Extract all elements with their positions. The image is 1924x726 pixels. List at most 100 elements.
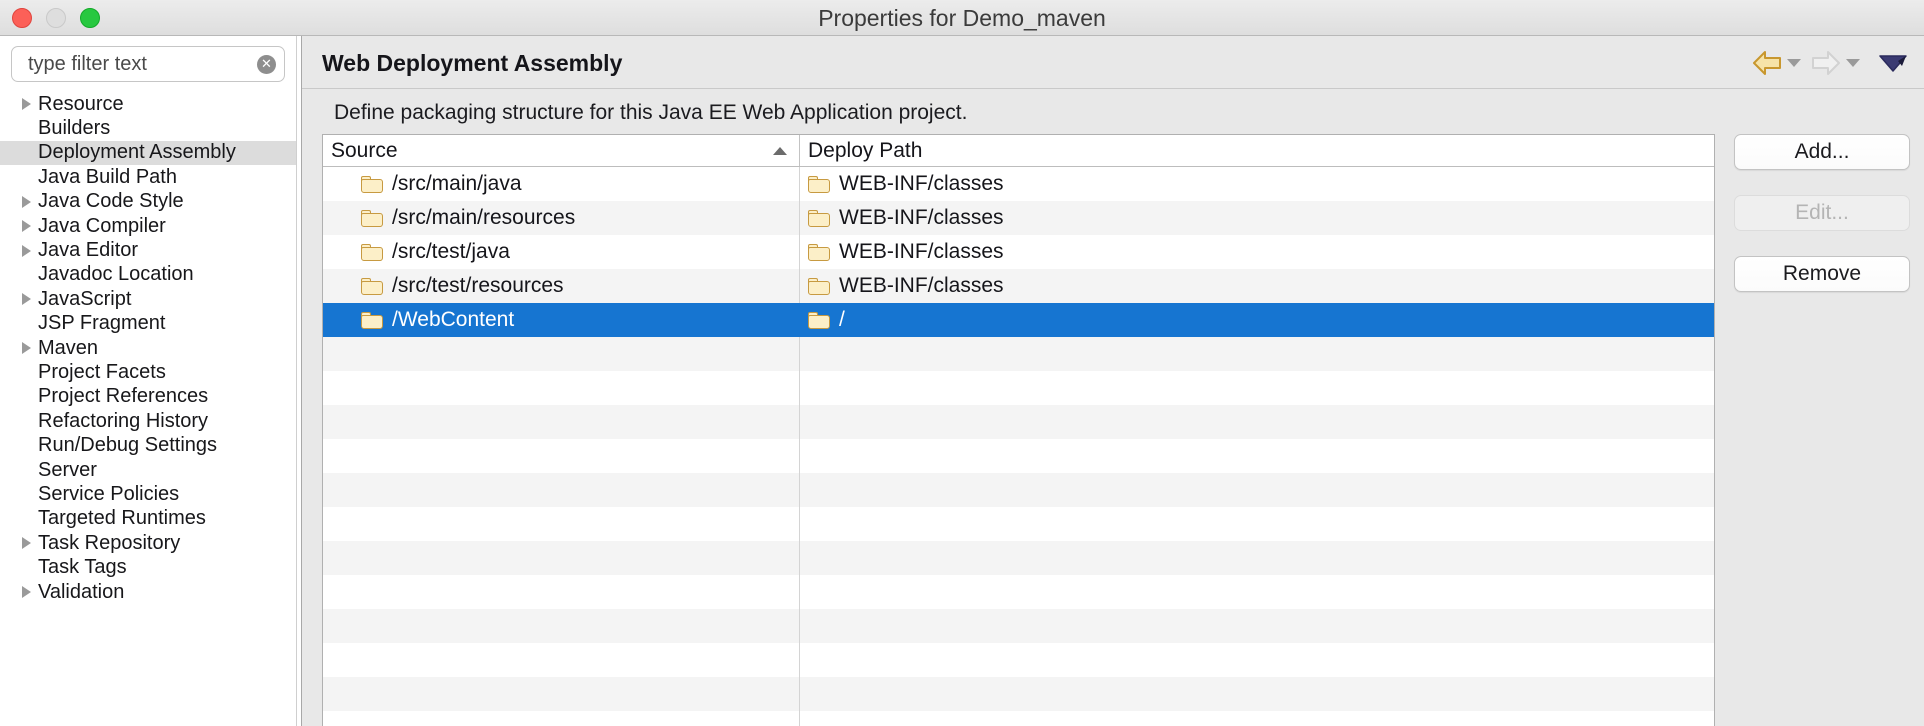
sidebar-item-project-facets[interactable]: Project Facets — [0, 360, 296, 384]
sidebar-item-refactoring-history[interactable]: Refactoring History — [0, 409, 296, 433]
sidebar-item-java-build-path[interactable]: Java Build Path — [0, 165, 296, 189]
sidebar-item-maven[interactable]: Maven — [0, 336, 296, 360]
table-row-empty[interactable] — [323, 405, 1714, 439]
table-action-buttons: Add...Edit...Remove — [1734, 134, 1910, 317]
table-row[interactable]: /src/main/resources WEB-INF/classes — [323, 201, 1714, 235]
cell-source — [323, 541, 800, 575]
expand-triangle-icon[interactable] — [22, 220, 31, 232]
page-header: Web Deployment Assembly — [302, 36, 1924, 89]
folder-icon — [808, 278, 830, 295]
sidebar-item-label: Project Facets — [38, 361, 166, 384]
sidebar-item-task-tags[interactable]: Task Tags — [0, 555, 296, 579]
table-row-empty[interactable] — [323, 541, 1714, 575]
window-title: Properties for Demo_maven — [0, 0, 1924, 36]
clear-search-icon[interactable]: ✕ — [257, 55, 276, 74]
table-row[interactable]: /src/main/javaWEB-INF/classes — [323, 167, 1714, 201]
cell-source — [323, 609, 800, 643]
table-row[interactable]: /src/test/resourcesWEB-INF/classes — [323, 269, 1714, 303]
expand-triangle-icon[interactable] — [22, 342, 31, 354]
clear-search-glyph: ✕ — [261, 58, 272, 71]
cell-deploy-path — [800, 677, 1714, 711]
table-row-empty[interactable] — [323, 439, 1714, 473]
main-panel: Web Deployment Assembly — [302, 36, 1924, 726]
sidebar-item-service-policies[interactable]: Service Policies — [0, 482, 296, 506]
sidebar-item-validation[interactable]: Validation — [0, 580, 296, 604]
cell-source-label: /src/test/java — [392, 240, 510, 264]
cell-deploy-path-label: WEB-INF/classes — [839, 206, 1004, 230]
forward-button[interactable] — [1811, 50, 1841, 76]
table-row-empty[interactable] — [323, 643, 1714, 677]
remove-button[interactable]: Remove — [1734, 256, 1910, 292]
sidebar-item-java-editor[interactable]: Java Editor — [0, 238, 296, 262]
sidebar-item-javadoc-location[interactable]: Javadoc Location — [0, 263, 296, 287]
cell-deploy-path-label: WEB-INF/classes — [839, 274, 1004, 298]
back-arrow-icon — [1752, 50, 1782, 76]
sidebar-item-deployment-assembly[interactable]: Deployment Assembly — [0, 141, 296, 165]
cell-deploy-path-label: WEB-INF/classes — [839, 240, 1004, 264]
sidebar-item-label: Task Repository — [38, 532, 180, 555]
sidebar-item-builders[interactable]: Builders — [0, 116, 296, 140]
expand-triangle-icon[interactable] — [22, 245, 31, 257]
table-row-empty[interactable] — [323, 575, 1714, 609]
sidebar-item-label: Java Editor — [38, 239, 138, 262]
table-row[interactable]: /src/test/java WEB-INF/classes — [323, 235, 1714, 269]
deployment-assembly-table: Source Deploy Path /src/main/javaWEB-INF… — [322, 134, 1715, 726]
navigation-controls — [1752, 46, 1908, 80]
sidebar-item-resource[interactable]: Resource — [0, 92, 296, 116]
sort-ascending-icon — [773, 147, 787, 155]
search-input[interactable] — [11, 46, 285, 82]
sidebar-item-run-debug-settings[interactable]: Run/Debug Settings — [0, 433, 296, 457]
sidebar-item-jsp-fragment[interactable]: JSP Fragment — [0, 312, 296, 336]
expand-triangle-icon[interactable] — [22, 537, 31, 549]
sidebar-item-java-compiler[interactable]: Java Compiler — [0, 214, 296, 238]
folder-icon — [808, 210, 830, 227]
sidebar-item-java-code-style[interactable]: Java Code Style — [0, 190, 296, 214]
cell-source-label: /WebContent — [392, 308, 514, 332]
folder-icon — [361, 278, 383, 295]
table-row-empty[interactable] — [323, 507, 1714, 541]
cell-deploy-path-label: / — [839, 308, 845, 332]
sidebar-item-task-repository[interactable]: Task Repository — [0, 531, 296, 555]
folder-icon — [361, 312, 383, 329]
cell-source-label: /src/main/resources — [392, 206, 575, 230]
sidebar-item-label: Java Compiler — [38, 215, 166, 238]
expand-triangle-icon[interactable] — [22, 586, 31, 598]
cell-deploy-path — [800, 405, 1714, 439]
table-row-empty[interactable] — [323, 337, 1714, 371]
sidebar-item-label: Service Policies — [38, 483, 179, 506]
cell-deploy-path — [800, 337, 1714, 371]
cell-deploy-path: / — [800, 303, 1714, 337]
cell-source — [323, 677, 800, 711]
table-row-empty[interactable] — [323, 677, 1714, 711]
sidebar-item-project-references[interactable]: Project References — [0, 385, 296, 409]
cell-deploy-path: WEB-INF/classes — [800, 269, 1714, 303]
cell-deploy-path — [800, 507, 1714, 541]
table-row[interactable]: /WebContent / — [323, 303, 1714, 337]
sidebar-item-targeted-runtimes[interactable]: Targeted Runtimes — [0, 507, 296, 531]
expand-triangle-icon[interactable] — [22, 98, 31, 110]
sidebar-item-server[interactable]: Server — [0, 458, 296, 482]
table-row-empty[interactable] — [323, 371, 1714, 405]
table-row-empty[interactable] — [323, 609, 1714, 643]
settings-tree: ResourceBuildersDeployment AssemblyJava … — [0, 92, 296, 604]
column-header-deploy-path[interactable]: Deploy Path — [800, 135, 1714, 166]
expand-triangle-icon[interactable] — [22, 293, 31, 305]
cell-source: /src/test/java — [323, 235, 800, 269]
sidebar-item-label: Targeted Runtimes — [38, 507, 206, 530]
cell-deploy-path — [800, 439, 1714, 473]
back-history-dropdown-icon[interactable] — [1787, 59, 1801, 67]
view-menu-chevron-icon[interactable] — [1878, 52, 1908, 74]
column-header-source[interactable]: Source — [323, 135, 800, 166]
expand-triangle-icon[interactable] — [22, 196, 31, 208]
folder-icon — [808, 244, 830, 261]
back-button[interactable] — [1752, 50, 1782, 76]
sidebar-item-label: JavaScript — [38, 288, 131, 311]
forward-history-dropdown-icon[interactable] — [1846, 59, 1860, 67]
table-row-empty[interactable] — [323, 473, 1714, 507]
table-header-row: Source Deploy Path — [323, 135, 1714, 167]
sidebar-item-javascript[interactable]: JavaScript — [0, 287, 296, 311]
table-row-empty[interactable] — [323, 711, 1714, 726]
add-button[interactable]: Add... — [1734, 134, 1910, 170]
title-bar: Properties for Demo_maven — [0, 0, 1924, 36]
forward-arrow-icon — [1811, 50, 1841, 76]
